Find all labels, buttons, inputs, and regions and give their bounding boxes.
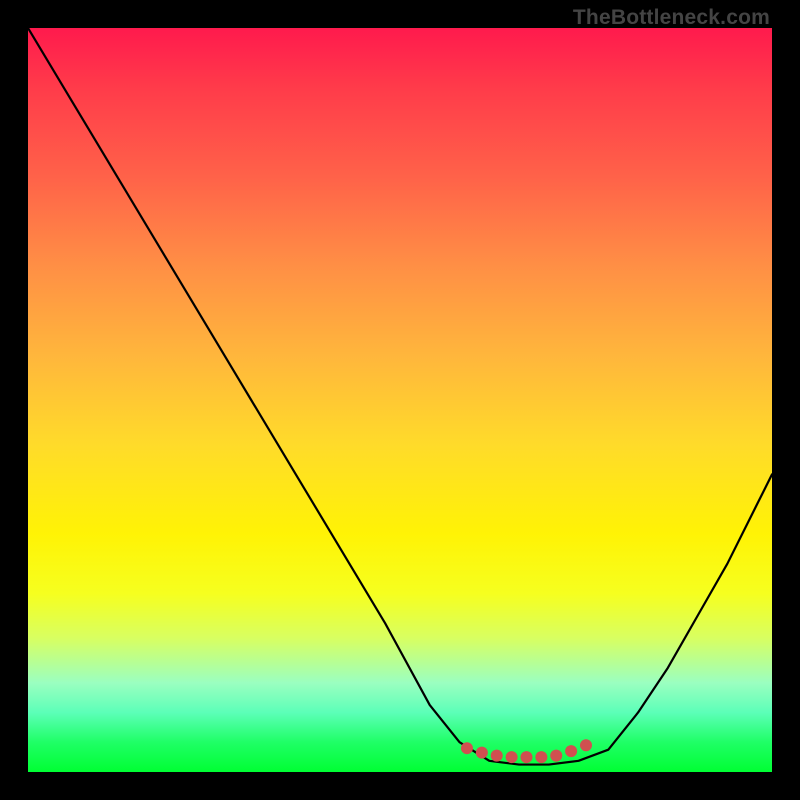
trough-dot <box>565 745 577 757</box>
trough-dot <box>476 747 488 759</box>
trough-dot <box>506 751 518 763</box>
trough-dot <box>461 742 473 754</box>
plot-area <box>28 28 772 772</box>
trough-dot <box>491 750 503 762</box>
trough-dot <box>580 739 592 751</box>
bottleneck-curve <box>28 28 772 765</box>
chart-stage: TheBottleneck.com <box>0 0 800 800</box>
trough-dot <box>535 751 547 763</box>
dots-group <box>461 739 592 763</box>
trough-dot <box>550 750 562 762</box>
trough-dot <box>520 751 532 763</box>
watermark-text: TheBottleneck.com <box>573 6 770 30</box>
curve-layer <box>28 28 772 772</box>
